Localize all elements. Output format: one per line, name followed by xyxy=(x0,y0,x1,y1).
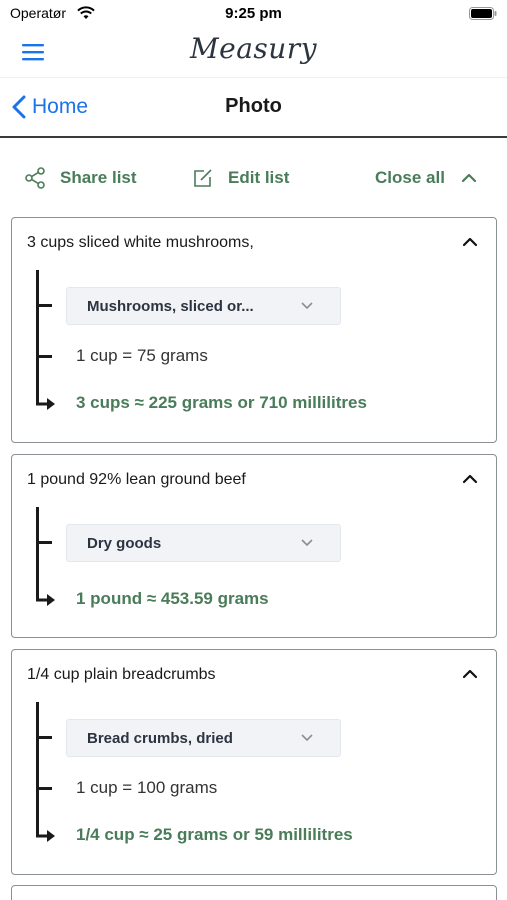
tree-branch xyxy=(36,304,52,307)
chevron-up-icon[interactable] xyxy=(462,668,478,680)
battery-icon xyxy=(469,7,497,20)
list-toolbar: Share list Edit list Close all xyxy=(0,160,507,196)
conversion-result: 1 pound ≈ 453.59 grams xyxy=(76,589,269,608)
conversion-result: 1/4 cup ≈ 25 grams or 59 millilitres xyxy=(76,825,353,844)
ingredient-type-select[interactable]: Dry goods xyxy=(66,524,341,562)
share-list-button[interactable]: Share list xyxy=(24,160,137,196)
chevron-up-icon[interactable] xyxy=(462,236,478,248)
edit-icon xyxy=(194,169,212,187)
chevron-down-icon xyxy=(301,734,313,742)
arrow-right-icon xyxy=(36,594,55,606)
conversion-ratio: 1 cup = 75 grams xyxy=(76,346,208,365)
ingredient-type-select[interactable]: Mushrooms, sliced or... xyxy=(66,287,341,325)
status-bar: Operatør 9:25 pm xyxy=(0,0,507,28)
tree-connector xyxy=(36,507,39,601)
ingredient-type-select[interactable]: Bread crumbs, dried xyxy=(66,719,341,757)
status-time: 9:25 pm xyxy=(225,5,282,22)
chevron-up-icon[interactable] xyxy=(462,473,478,485)
conversion-result: 3 cups ≈ 225 grams or 710 millilitres xyxy=(76,393,367,412)
tree-branch xyxy=(36,787,52,790)
share-icon xyxy=(25,167,45,189)
ingredient-text: 3 cups sliced white mushrooms, xyxy=(27,234,254,251)
app-bar: Measury xyxy=(0,28,507,78)
close-all-label: Close all xyxy=(375,168,445,187)
chevron-down-icon xyxy=(301,539,313,547)
app-logo: Measury xyxy=(189,32,318,65)
select-value: Dry goods xyxy=(87,535,162,552)
arrow-right-icon xyxy=(36,830,55,842)
ingredient-card: 1/4 cup plain breadcrumbs Bread crumbs, … xyxy=(11,649,497,875)
tree-branch xyxy=(36,541,52,544)
share-list-label: Share list xyxy=(60,168,137,187)
edit-list-label: Edit list xyxy=(228,168,290,187)
tree-connector xyxy=(36,702,39,837)
page-title: Photo xyxy=(225,95,282,117)
close-all-button[interactable]: Close all xyxy=(375,160,477,196)
ingredient-card-partial xyxy=(11,885,497,900)
select-value: Bread crumbs, dried xyxy=(87,730,233,747)
select-value: Mushrooms, sliced or... xyxy=(87,298,254,315)
ingredient-text: 1/4 cup plain breadcrumbs xyxy=(27,666,216,683)
ingredient-card: 3 cups sliced white mushrooms, Mushrooms… xyxy=(11,217,497,443)
tree-branch xyxy=(36,355,52,358)
edit-list-button[interactable]: Edit list xyxy=(192,160,289,196)
tree-connector xyxy=(36,270,39,405)
ingredient-text: 1 pound 92% lean ground beef xyxy=(27,471,246,488)
arrow-right-icon xyxy=(36,398,55,410)
chevron-down-icon xyxy=(301,302,313,310)
chevron-up-icon xyxy=(461,173,477,183)
conversion-ratio: 1 cup = 100 grams xyxy=(76,778,218,797)
ingredient-card: 1 pound 92% lean ground beef Dry goods 1… xyxy=(11,454,497,638)
tree-branch xyxy=(36,736,52,739)
navigation-bar: Home Photo xyxy=(0,80,507,138)
